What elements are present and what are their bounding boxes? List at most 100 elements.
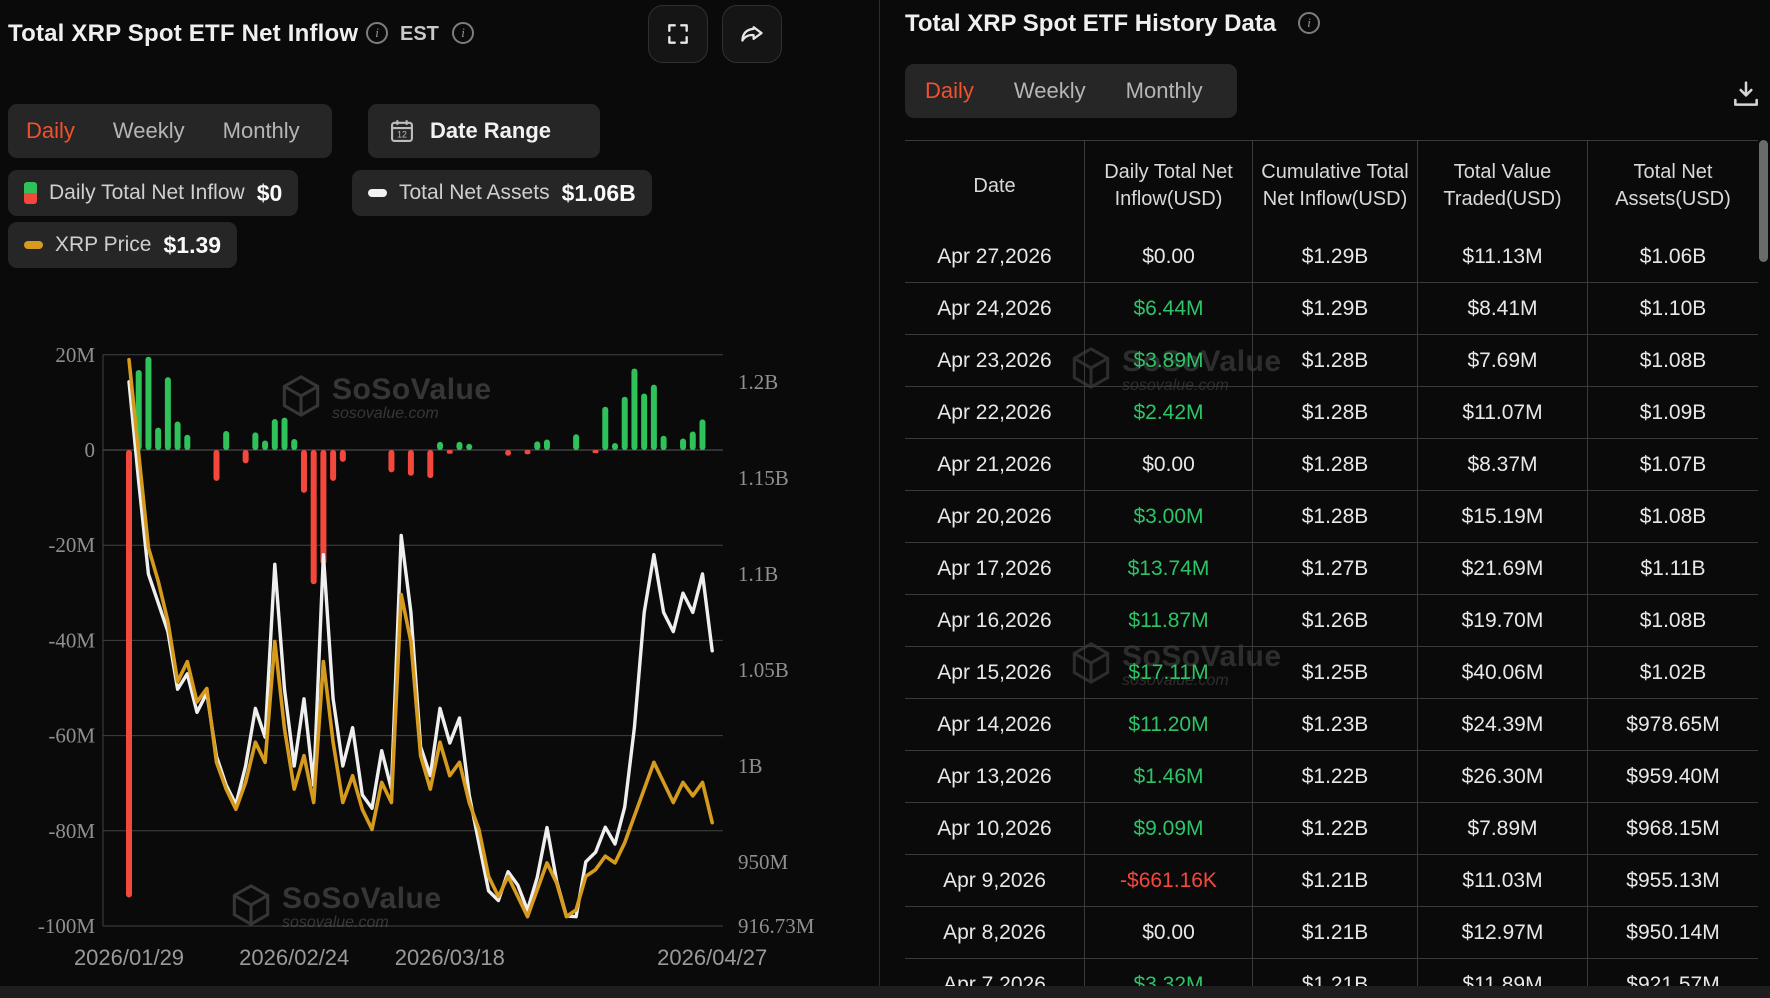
date-cell: Apr 15,2026 — [905, 647, 1085, 698]
panel-divider — [879, 0, 880, 986]
date-cell: Apr 17,2026 — [905, 543, 1085, 594]
right-axis-label: 1B — [738, 754, 763, 778]
daily-inflow-cell: $11.87M — [1085, 595, 1253, 646]
table-row: Apr 20,2026$3.00M$1.28B$15.19M$1.08B — [905, 490, 1758, 542]
left-axis-label: -80M — [48, 819, 95, 843]
table-row: Apr 24,2026$6.44M$1.29B$8.41M$1.10B — [905, 282, 1758, 334]
line-series-icon — [368, 189, 387, 197]
traded-cell: $11.03M — [1418, 855, 1588, 906]
fullscreen-button[interactable] — [648, 5, 708, 63]
info-icon[interactable]: i — [366, 22, 388, 44]
table-row: Apr 7,2026$3.32M$1.21B$11.89M$921.57M — [905, 958, 1758, 986]
x-axis-label: 2026/04/27 — [657, 945, 767, 970]
assets-value: $1.06B — [562, 180, 636, 207]
x-axis-label: 2026/02/24 — [239, 945, 349, 970]
horizontal-scrollbar-track[interactable] — [0, 986, 1770, 998]
daily-inflow-cell: $0.00 — [1085, 439, 1253, 490]
tab-weekly[interactable]: Weekly — [1014, 78, 1086, 104]
chart-period-tabs: Daily Weekly Monthly — [8, 104, 332, 158]
tab-monthly[interactable]: Monthly — [1126, 78, 1203, 104]
assets-cell: $1.02B — [1588, 647, 1758, 698]
share-icon — [739, 21, 766, 48]
daily-inflow-cell: $0.00 — [1085, 231, 1253, 282]
table-period-tabs: Daily Weekly Monthly — [905, 64, 1237, 118]
legend-xrp-price[interactable]: XRP Price $1.39 — [8, 222, 237, 268]
download-icon — [1730, 78, 1762, 110]
page-title: Total XRP Spot ETF Net Inflow — [8, 20, 358, 48]
traded-cell: $19.70M — [1418, 595, 1588, 646]
cumulative-cell: $1.26B — [1253, 595, 1418, 646]
timezone-label: EST — [400, 23, 439, 46]
legend-daily-net-inflow[interactable]: Daily Total Net Inflow $0 — [8, 170, 298, 216]
share-button[interactable] — [722, 5, 782, 63]
fullscreen-icon — [665, 21, 691, 47]
date-cell: Apr 23,2026 — [905, 335, 1085, 386]
daily-inflow-cell: $3.32M — [1085, 959, 1253, 986]
cumulative-cell: $1.27B — [1253, 543, 1418, 594]
traded-cell: $7.89M — [1418, 803, 1588, 854]
cumulative-cell: $1.21B — [1253, 907, 1418, 958]
cumulative-cell: $1.22B — [1253, 803, 1418, 854]
traded-cell: $11.89M — [1418, 959, 1588, 986]
svg-text:12: 12 — [397, 129, 407, 139]
daily-inflow-cell: $17.11M — [1085, 647, 1253, 698]
assets-cell: $1.06B — [1588, 231, 1758, 282]
cumulative-cell: $1.28B — [1253, 439, 1418, 490]
table-row: Apr 14,2026$11.20M$1.23B$24.39M$978.65M — [905, 698, 1758, 750]
left-axis-label: -60M — [48, 724, 95, 748]
cumulative-cell: $1.25B — [1253, 647, 1418, 698]
date-cell: Apr 13,2026 — [905, 751, 1085, 802]
daily-inflow-cell: $3.00M — [1085, 491, 1253, 542]
traded-cell: $26.30M — [1418, 751, 1588, 802]
table-row: Apr 27,2026$0.00$1.29B$11.13M$1.06B — [905, 231, 1758, 282]
traded-cell: $12.97M — [1418, 907, 1588, 958]
date-cell: Apr 7,2026 — [905, 959, 1085, 986]
info-icon[interactable]: i — [1298, 12, 1320, 34]
left-axis-label: -20M — [48, 533, 95, 557]
info-icon[interactable]: i — [452, 22, 474, 44]
x-axis-label: 2026/03/18 — [395, 945, 505, 970]
cumulative-cell: $1.28B — [1253, 491, 1418, 542]
cumulative-cell: $1.22B — [1253, 751, 1418, 802]
traded-cell: $40.06M — [1418, 647, 1588, 698]
date-range-label: Date Range — [430, 118, 551, 144]
x-axis-label: 2026/01/29 — [74, 945, 184, 970]
date-cell: Apr 8,2026 — [905, 907, 1085, 958]
tab-daily[interactable]: Daily — [26, 118, 75, 144]
cumulative-cell: $1.28B — [1253, 335, 1418, 386]
table-row: Apr 8,2026$0.00$1.21B$12.97M$950.14M — [905, 906, 1758, 958]
assets-cell: $921.57M — [1588, 959, 1758, 986]
table-row: Apr 23,2026$3.89M$1.28B$7.69M$1.08B — [905, 334, 1758, 386]
date-cell: Apr 20,2026 — [905, 491, 1085, 542]
download-button[interactable] — [1730, 78, 1762, 115]
daily-inflow-cell: $13.74M — [1085, 543, 1253, 594]
column-header: Total Net Assets(USD) — [1588, 141, 1758, 231]
assets-cell: $955.13M — [1588, 855, 1758, 906]
tab-daily[interactable]: Daily — [925, 78, 974, 104]
cumulative-cell: $1.29B — [1253, 231, 1418, 282]
assets-cell: $1.08B — [1588, 335, 1758, 386]
table-row: Apr 9,2026-$661.16K$1.21B$11.03M$955.13M — [905, 854, 1758, 906]
daily-inflow-cell: $2.42M — [1085, 387, 1253, 438]
date-cell: Apr 27,2026 — [905, 231, 1085, 282]
table-row: Apr 22,2026$2.42M$1.28B$11.07M$1.09B — [905, 386, 1758, 438]
bar-series-icon — [24, 182, 37, 204]
line-series-icon — [24, 241, 43, 249]
tab-monthly[interactable]: Monthly — [223, 118, 300, 144]
cumulative-cell: $1.21B — [1253, 855, 1418, 906]
daily-inflow-cell: $6.44M — [1085, 283, 1253, 334]
left-axis-label: -40M — [48, 628, 95, 652]
traded-cell: $24.39M — [1418, 699, 1588, 750]
dashboard: 20M0-20M-40M-60M-80M-100M1.2B1.15B1.1B1.… — [0, 0, 1770, 998]
date-cell: Apr 16,2026 — [905, 595, 1085, 646]
table-row: Apr 16,2026$11.87M$1.26B$19.70M$1.08B — [905, 594, 1758, 646]
right-axis-label: 1.05B — [738, 658, 789, 682]
vertical-scrollbar[interactable] — [1759, 140, 1768, 262]
legend-total-net-assets[interactable]: Total Net Assets $1.06B — [352, 170, 652, 216]
date-range-button[interactable]: 12 Date Range — [368, 104, 600, 158]
cumulative-cell: $1.21B — [1253, 959, 1418, 986]
tab-weekly[interactable]: Weekly — [113, 118, 185, 144]
traded-cell: $11.07M — [1418, 387, 1588, 438]
column-header: Cumulative Total Net Inflow(USD) — [1253, 141, 1418, 231]
date-cell: Apr 14,2026 — [905, 699, 1085, 750]
